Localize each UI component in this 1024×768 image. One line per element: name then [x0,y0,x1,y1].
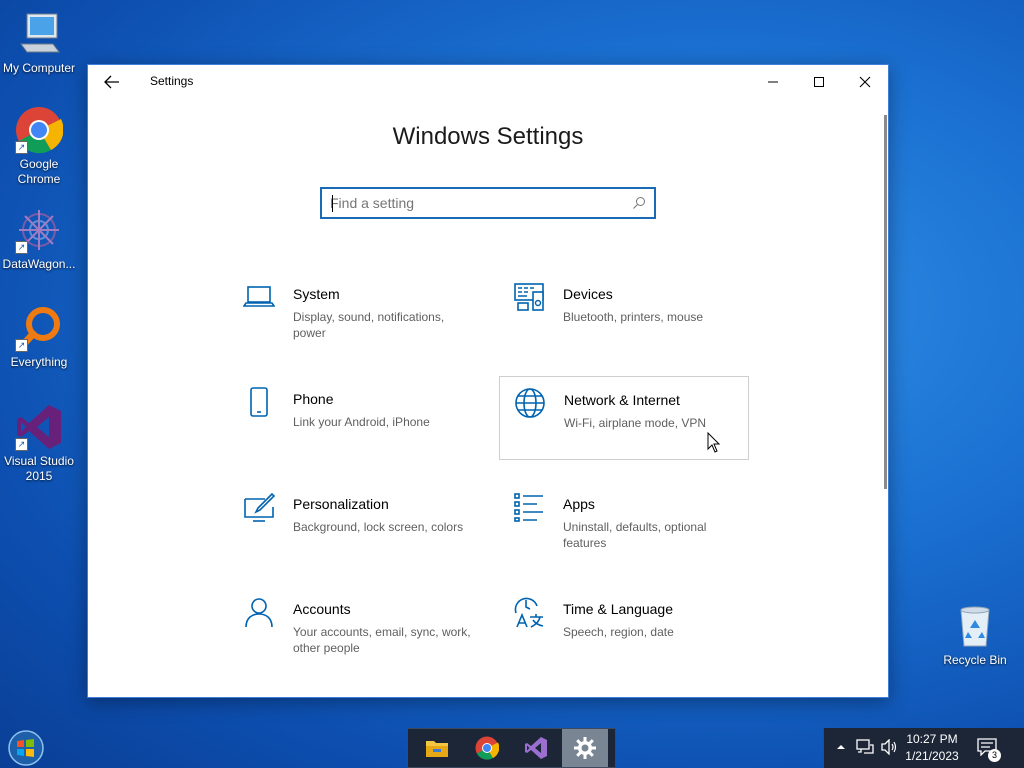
tile-description: Bluetooth, printers, mouse [563,310,704,324]
settings-window: Settings Windows Settings System Display… [87,64,889,698]
shortcut-arrow-icon: ↗ [15,241,28,254]
desktop-icon-datawagon[interactable]: ↗ DataWagon... [0,206,78,272]
gear-icon [574,737,596,759]
desktop-icon-label: Recycle Bin [943,653,1007,667]
scrollbar[interactable] [884,115,887,489]
globe-icon [515,388,545,418]
datawagon-icon: ↗ [15,206,63,254]
apps-list-icon [514,493,543,522]
folder-icon [426,741,448,757]
tile-description: Link your Android, iPhone [293,415,430,429]
desktop-icon-label: DataWagon... [2,257,76,271]
maximize-button[interactable] [796,65,842,98]
back-button[interactable] [100,71,124,93]
desktop-icon-google-chrome[interactable]: ↗ Google Chrome [0,106,78,187]
notification-count-badge: 3 [988,749,1001,762]
search-box[interactable] [320,187,656,219]
chrome-icon: ↗ [15,106,64,154]
search-icon[interactable] [632,196,646,210]
page-title: Windows Settings [392,123,584,150]
personalization-icon [244,492,275,522]
tile-system[interactable]: System Display, sound, notifications, po… [229,271,479,355]
maximize-icon [814,77,824,87]
visual-studio-icon: ↗ [15,403,63,451]
minimize-button[interactable] [750,65,796,98]
tile-description: Background, lock screen, colors [293,520,464,534]
tile-name: Personalization [293,496,389,512]
desktop-icon-label: Visual Studio 2015 [4,454,74,483]
clock-time: 10:27 PM [906,732,958,746]
taskbar-google-chrome[interactable] [464,729,510,767]
taskbar-file-explorer[interactable] [414,729,460,767]
close-button[interactable] [842,65,888,98]
tile-name: Network & Internet [564,392,680,408]
computer-icon [15,10,63,58]
tile-phone[interactable]: Phone Link your Android, iPhone [229,376,479,460]
chevron-up-icon[interactable] [836,743,846,751]
tile-description: Your accounts, email, sync, work, other … [293,625,471,655]
system-tray: 10:27 PM 1/21/2023 3 [823,728,1024,768]
desktop-icon-visual-studio[interactable]: ↗ Visual Studio 2015 [0,403,78,484]
clock[interactable]: 10:27 PM 1/21/2023 [900,731,964,765]
mouse-cursor-icon [707,432,721,453]
taskbar-settings[interactable] [562,729,608,767]
desktop-icon-label: My Computer [2,61,76,75]
shortcut-arrow-icon: ↗ [15,339,28,352]
tile-description: Display, sound, notifications, power [293,310,445,340]
recycle-bin-icon [951,602,999,650]
desktop-icon-my-computer[interactable]: My Computer [0,10,78,76]
tile-description: Uninstall, defaults, optional features [563,520,707,550]
tile-description: Wi-Fi, airplane mode, VPN [564,416,707,430]
tile-personalization[interactable]: Personalization Background, lock screen,… [229,481,479,565]
visual-studio-icon [525,737,547,759]
everything-search-icon: ↗ [15,304,63,352]
tile-devices[interactable]: Devices Bluetooth, printers, mouse [499,271,749,355]
tile-name: Phone [293,391,334,407]
tile-name: Apps [563,496,595,512]
chrome-icon [475,736,499,760]
search-input[interactable] [330,193,620,213]
time-language-icon [514,597,544,628]
tile-description: Speech, region, date [563,625,674,639]
tile-name: System [293,286,340,302]
tile-accounts[interactable]: Accounts Your accounts, email, sync, wor… [229,586,479,670]
taskbar-visual-studio[interactable] [513,729,559,767]
desktop-icon-label: Everything [10,355,68,369]
desktop-icon-recycle-bin[interactable]: Recycle Bin [936,602,1014,668]
text-caret [332,195,333,212]
shortcut-arrow-icon: ↗ [15,438,28,451]
close-icon [859,76,871,88]
window-title: Settings [150,74,194,88]
tile-name: Time & Language [563,601,673,617]
laptop-icon [243,286,275,307]
network-icon[interactable] [856,739,874,755]
clock-date: 1/21/2023 [905,749,959,763]
tile-name: Devices [563,286,613,302]
desktop-icon-label: Google Chrome [17,157,61,186]
tile-time-language[interactable]: Time & Language Speech, region, date [499,586,749,670]
volume-icon[interactable] [880,739,898,755]
windows-start-orb-icon [8,730,44,766]
desktop-icon-everything[interactable]: ↗ Everything [0,304,78,370]
arrow-left-icon [104,75,119,89]
devices-icon [514,283,544,311]
minimize-icon [768,81,778,83]
person-icon [245,598,273,628]
taskbar-apps [407,728,616,768]
title-bar: Settings [88,65,888,99]
phone-icon [250,387,268,417]
tile-apps[interactable]: Apps Uninstall, defaults, optional featu… [499,481,749,565]
shortcut-arrow-icon: ↗ [15,141,28,154]
start-button[interactable] [4,728,48,768]
tile-name: Accounts [293,601,351,617]
